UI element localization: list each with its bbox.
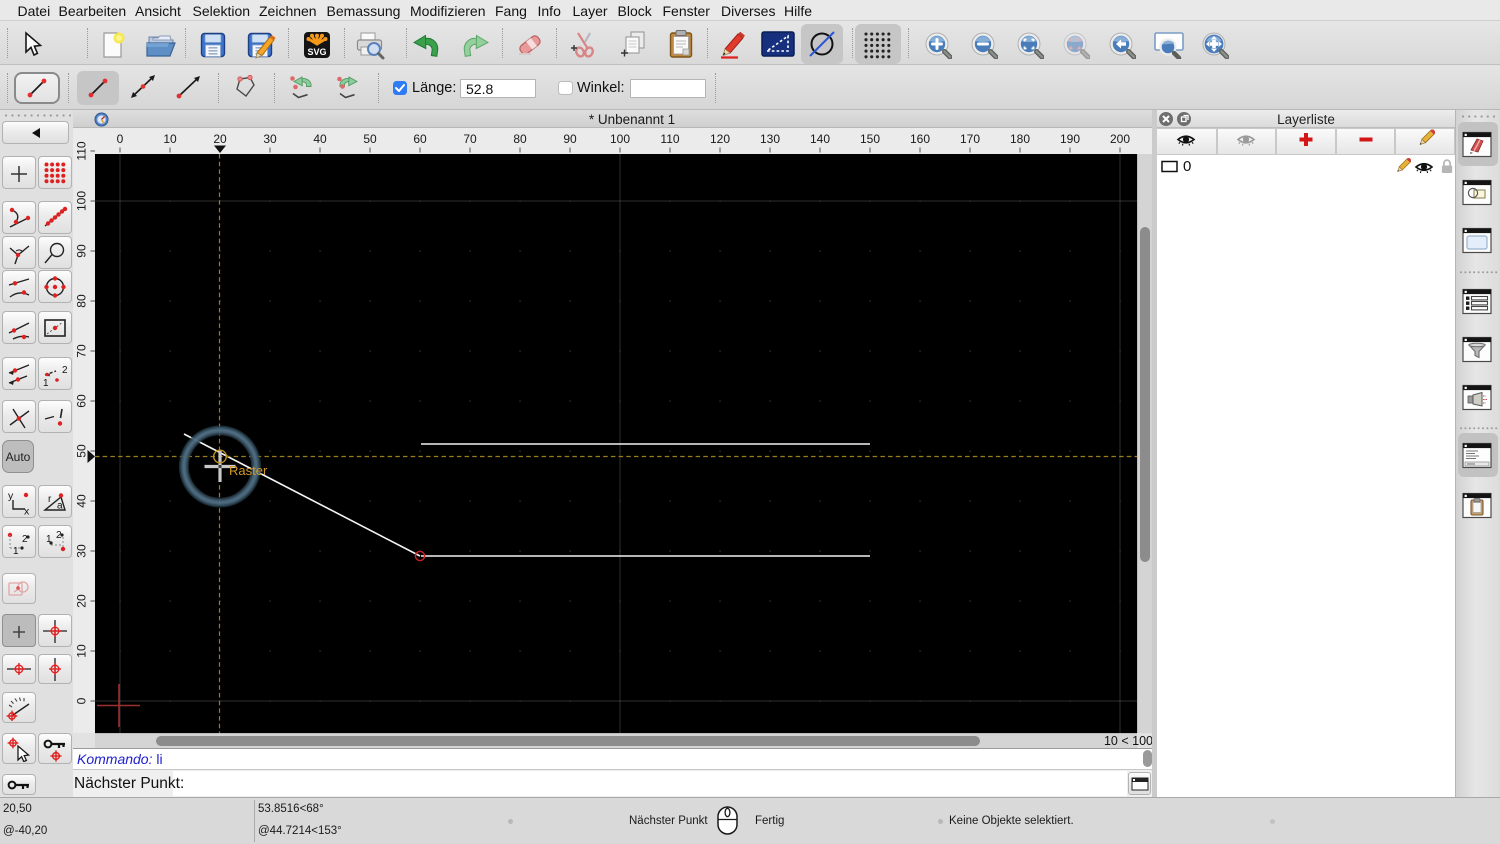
svg-text:30: 30 (75, 544, 89, 558)
svg-text:190: 190 (1060, 132, 1080, 146)
svg-text:70: 70 (75, 344, 89, 358)
svg-text:100: 100 (610, 132, 630, 146)
svg-text:100: 100 (75, 191, 89, 211)
svg-text:20: 20 (213, 132, 227, 146)
svg-text:0: 0 (75, 697, 89, 704)
svg-text:r: r (48, 494, 52, 505)
svg-text:40: 40 (75, 494, 89, 508)
svg-text:110: 110 (660, 132, 679, 146)
svg-text:SVG: SVG (307, 47, 326, 57)
svg-text:0: 0 (117, 132, 124, 146)
svg-text:2: 2 (62, 365, 68, 376)
svg-text:50: 50 (363, 132, 377, 146)
svg-text:50: 50 (75, 444, 89, 458)
svg-text:80: 80 (513, 132, 527, 146)
svg-text:200: 200 (1110, 132, 1130, 146)
svg-text:1: 1 (13, 546, 19, 555)
svg-text:10: 10 (163, 132, 177, 146)
svg-text:1: 1 (43, 378, 49, 387)
svg-text:x: x (24, 505, 30, 515)
svg-text:150: 150 (860, 132, 880, 146)
svg-text:40: 40 (313, 132, 327, 146)
svg-text:30: 30 (263, 132, 277, 146)
svg-text:160: 160 (910, 132, 930, 146)
svg-text:70: 70 (463, 132, 477, 146)
svg-text:10: 10 (75, 644, 89, 658)
svg-text:170: 170 (960, 132, 980, 146)
svg-text:80: 80 (75, 294, 89, 308)
svg-text:60: 60 (413, 132, 427, 146)
svg-text:a: a (57, 500, 63, 511)
svg-text:2: 2 (22, 534, 28, 545)
svg-text:120: 120 (710, 132, 730, 146)
svg-text:90: 90 (563, 132, 577, 146)
svg-text:140: 140 (810, 132, 830, 146)
svg-text:60: 60 (75, 394, 89, 408)
svg-text:130: 130 (760, 132, 780, 146)
svg-text:90: 90 (75, 244, 89, 258)
svg-text:20: 20 (75, 594, 89, 608)
svg-text:Raster: Raster (229, 463, 268, 478)
svg-text:110: 110 (75, 141, 89, 160)
svg-text:180: 180 (1010, 132, 1030, 146)
